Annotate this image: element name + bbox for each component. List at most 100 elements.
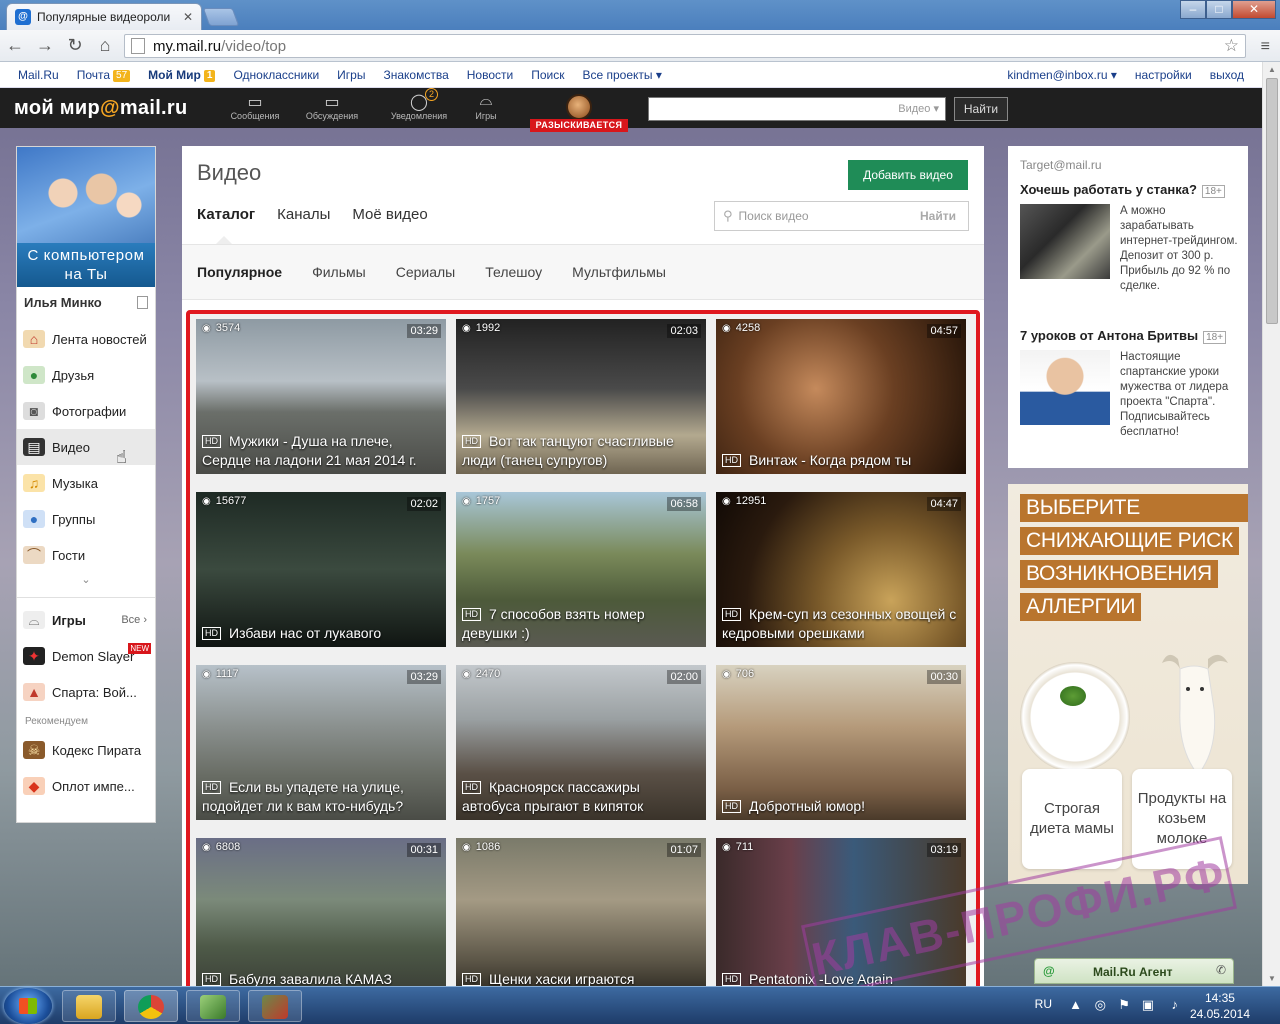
sidebar-item-games[interactable]: ⌓ Игры Все ›: [17, 602, 155, 638]
video-card[interactable]: 15677 02:02 HDИзбави нас от лукавого: [196, 492, 446, 647]
forward-arrow-icon[interactable]: →: [30, 35, 60, 56]
sidebar-game-demon-slayer[interactable]: ✦ Demon Slayer NEW: [17, 638, 155, 674]
settings-link[interactable]: настройки: [1135, 68, 1192, 82]
video-title[interactable]: HD Избави нас от лукавого: [202, 624, 440, 643]
video-title[interactable]: HD Винтаж - Когда рядом ты: [722, 451, 960, 470]
site-logo[interactable]: мой мир@mail.ru: [14, 97, 188, 120]
sidebar-item-friends[interactable]: ● Друзья: [17, 357, 155, 393]
tab-close-icon[interactable]: ✕: [183, 10, 193, 24]
allergy-banner[interactable]: ВЫБЕРИТЕ ФАКТОРЫ, СНИЖАЮЩИЕ РИСК ВОЗНИКН…: [1008, 484, 1248, 884]
video-title[interactable]: HD 7 способов взять номер девушки :): [462, 605, 700, 643]
taskbar-chrome[interactable]: [124, 990, 178, 1022]
sidebar-item-music[interactable]: ♫ Музыка: [17, 465, 155, 501]
banner-button-mom-diet[interactable]: Строгая диета мамы: [1022, 769, 1122, 869]
portal-link-search[interactable]: Поиск: [531, 68, 564, 82]
language-indicator[interactable]: RU: [1035, 997, 1052, 1011]
category-movies[interactable]: Фильмы: [312, 264, 366, 280]
browser-menu-icon[interactable]: ≡: [1261, 38, 1270, 56]
taskbar-app-red[interactable]: [248, 990, 302, 1022]
portal-link-mailru[interactable]: Mail.Ru: [18, 68, 59, 82]
mail-agent-bar[interactable]: @ Mail.Ru Агент ✆: [1034, 958, 1234, 984]
network-icon[interactable]: ◎: [1095, 997, 1106, 1013]
tab-channels[interactable]: Каналы: [277, 206, 330, 223]
add-video-button[interactable]: Добавить видео: [848, 160, 968, 190]
tab-my-video[interactable]: Моё видео: [352, 206, 427, 223]
video-title[interactable]: HD Крем-суп из сезонных овощей с кедровым…: [722, 605, 960, 643]
video-title[interactable]: HD Мужики - Душа на плече, Сердце на ладо…: [202, 432, 440, 470]
maximize-button[interactable]: □: [1206, 0, 1232, 19]
games-all-link[interactable]: Все ›: [121, 614, 147, 626]
scroll-down-icon[interactable]: ▼: [1268, 974, 1276, 983]
taskbar-explorer[interactable]: [62, 990, 116, 1022]
portal-link-dating[interactable]: Знакомства: [383, 68, 448, 82]
tab-catalog[interactable]: Каталог: [197, 206, 255, 223]
portal-link-games[interactable]: Игры: [337, 68, 365, 82]
sidebar-item-groups[interactable]: ● Группы: [17, 501, 155, 537]
video-card[interactable]: 1117 03:29 HDЕсли вы упадете на улице, п…: [196, 665, 446, 820]
sidebar-item-photos[interactable]: ◙ Фотографии: [17, 393, 155, 429]
user-name[interactable]: Илья Минко: [24, 295, 102, 310]
edit-profile-icon[interactable]: [137, 296, 148, 309]
show-more-chevron-icon[interactable]: ⌄: [17, 573, 155, 593]
video-card[interactable]: 3574 03:29 HDМужики - Душа на плече, Сер…: [196, 319, 446, 474]
header-search-input[interactable]: Видео ▾: [648, 97, 946, 121]
video-title[interactable]: HD Добротный юмор!: [722, 797, 960, 816]
header-messages[interactable]: ▭ Сообщения: [224, 92, 286, 121]
start-button[interactable]: [4, 988, 52, 1024]
video-card[interactable]: 706 00:30 HDДобротный юмор!: [716, 665, 966, 820]
header-discussions[interactable]: ▭ Обсуждения: [301, 92, 363, 121]
flag-icon[interactable]: ⚑: [1118, 997, 1130, 1013]
minimize-button[interactable]: –: [1180, 0, 1206, 19]
browser-tab[interactable]: @ Популярные видеороли ✕: [6, 3, 202, 30]
target-mail-link[interactable]: Target@mail.ru: [1020, 158, 1102, 172]
portal-link-all-projects[interactable]: Все проекты ▾: [582, 68, 661, 82]
page-scrollbar[interactable]: ▲ ▼: [1262, 62, 1280, 986]
video-title[interactable]: HD Если вы упадете на улице, подойдет ли …: [202, 778, 440, 816]
category-series[interactable]: Сериалы: [396, 264, 456, 280]
taskbar-app-green[interactable]: [186, 990, 240, 1022]
video-card[interactable]: 12951 04:47 HDКрем-суп из сезонных овоще…: [716, 492, 966, 647]
phone-icon[interactable]: ✆: [1216, 963, 1226, 977]
sidebar-item-guests[interactable]: ⌒ Гости: [17, 537, 155, 573]
sidebar-rec-empire[interactable]: ◆ Оплот импе...: [17, 768, 155, 804]
sidebar-item-news[interactable]: ⌂ Лента новостей: [17, 321, 155, 357]
header-games[interactable]: ⌓ Игры: [455, 92, 517, 121]
scroll-up-icon[interactable]: ▲: [1268, 65, 1276, 74]
scroll-thumb[interactable]: [1266, 78, 1278, 324]
video-title[interactable]: HD Вот так танцуют счастливые люди (танец…: [462, 432, 700, 470]
sidebar-rec-pirate-code[interactable]: ☠ Кодекс Пирата: [17, 732, 155, 768]
search-scope-select[interactable]: Видео ▾: [898, 102, 939, 115]
header-notifications[interactable]: ◯ 2 Уведомления: [388, 88, 450, 121]
bookmark-star-icon[interactable]: ☆: [1224, 36, 1239, 56]
portal-link-my-world[interactable]: Мой Мир 1: [148, 68, 216, 82]
video-search-button[interactable]: Найти: [920, 209, 956, 223]
volume-icon[interactable]: ♪: [1172, 997, 1179, 1012]
video-card[interactable]: 1086 01:07 HDЩенки хаски играются: [456, 838, 706, 993]
user-email-menu[interactable]: kindmen@inbox.ru ▾: [1007, 68, 1117, 82]
category-tv-shows[interactable]: Телешоу: [485, 264, 542, 280]
wanted-promo[interactable]: РАЗЫСКИВАЕТСЯ: [530, 92, 628, 132]
category-cartoons[interactable]: Мультфильмы: [572, 264, 666, 280]
portal-link-mail[interactable]: Почта 57: [77, 68, 131, 82]
video-card[interactable]: 4258 04:57 HDВинтаж - Когда рядом ты: [716, 319, 966, 474]
header-search-button[interactable]: Найти: [954, 97, 1008, 121]
video-card[interactable]: 1757 06:58 HD7 способов взять номер деву…: [456, 492, 706, 647]
ad-block[interactable]: 7 уроков от Антона Бритвы 18+ Настоящие с…: [1020, 328, 1240, 438]
video-card[interactable]: 6808 00:31 HDБабуля завалила КАМАЗ: [196, 838, 446, 993]
home-icon[interactable]: ⌂: [90, 35, 120, 56]
clock[interactable]: 14:35 24.05.2014: [1190, 990, 1250, 1022]
video-card[interactable]: 2470 02:00 HDКрасноярск пассажиры автобу…: [456, 665, 706, 820]
address-bar[interactable]: my.mail.ru/video/top ☆: [124, 34, 1246, 58]
video-search-input[interactable]: ⚲ Поиск видео Найти: [714, 201, 969, 231]
show-hidden-icons-icon[interactable]: ▲: [1069, 997, 1082, 1012]
sidebar-item-video[interactable]: ▤ Видео: [17, 429, 155, 465]
portal-link-news[interactable]: Новости: [467, 68, 513, 82]
monitor-icon[interactable]: ▣: [1142, 997, 1154, 1013]
logout-link[interactable]: выход: [1210, 68, 1244, 82]
video-title[interactable]: HD Красноярск пассажиры автобуса прыгают …: [462, 778, 700, 816]
new-tab-button[interactable]: [202, 8, 240, 26]
close-window-button[interactable]: ✕: [1232, 0, 1276, 19]
reload-icon[interactable]: ↻: [60, 35, 90, 56]
sidebar-game-sparta[interactable]: ▲ Спарта: Вой...: [17, 674, 155, 710]
video-card[interactable]: 1992 02:03 HDВот так танцуют счастливые …: [456, 319, 706, 474]
